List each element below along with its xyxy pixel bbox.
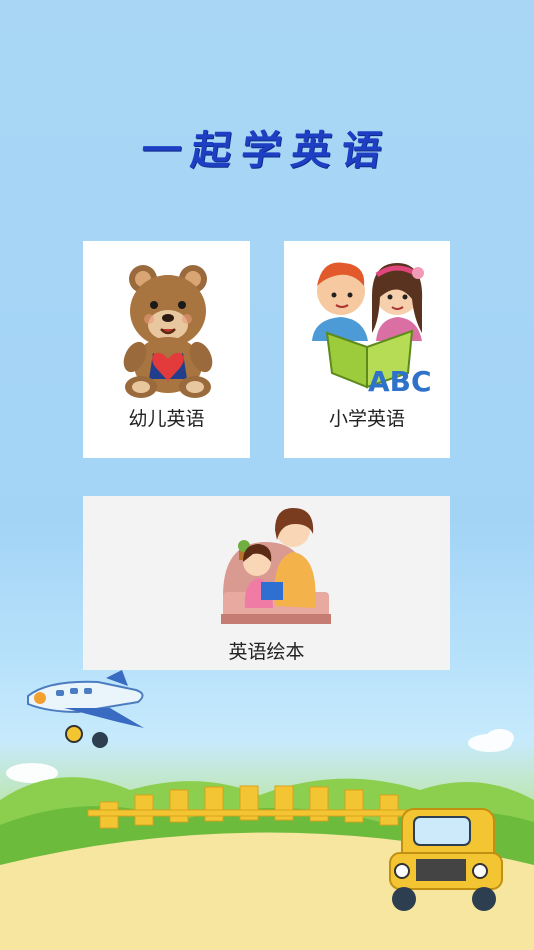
primary-english-button[interactable]: ABC 小学英语 bbox=[284, 241, 450, 458]
kids-english-label: 幼儿英语 bbox=[128, 408, 205, 430]
fence-decoration bbox=[87, 785, 409, 829]
teddy-bear-icon bbox=[123, 265, 213, 398]
children-reading-abc-icon: ABC bbox=[312, 262, 432, 398]
mother-reading-to-child-icon bbox=[221, 508, 331, 624]
abc-letters: ABC bbox=[368, 365, 432, 398]
app-title: 一起学英语 bbox=[138, 127, 395, 174]
picture-books-button[interactable]: 英语绘本 bbox=[83, 496, 450, 670]
picture-books-label: 英语绘本 bbox=[228, 641, 305, 663]
primary-english-label: 小学英语 bbox=[328, 408, 405, 430]
kids-english-button[interactable]: 幼儿英语 bbox=[83, 241, 250, 458]
airplane-icon bbox=[27, 670, 144, 748]
toy-truck-icon bbox=[389, 808, 503, 911]
